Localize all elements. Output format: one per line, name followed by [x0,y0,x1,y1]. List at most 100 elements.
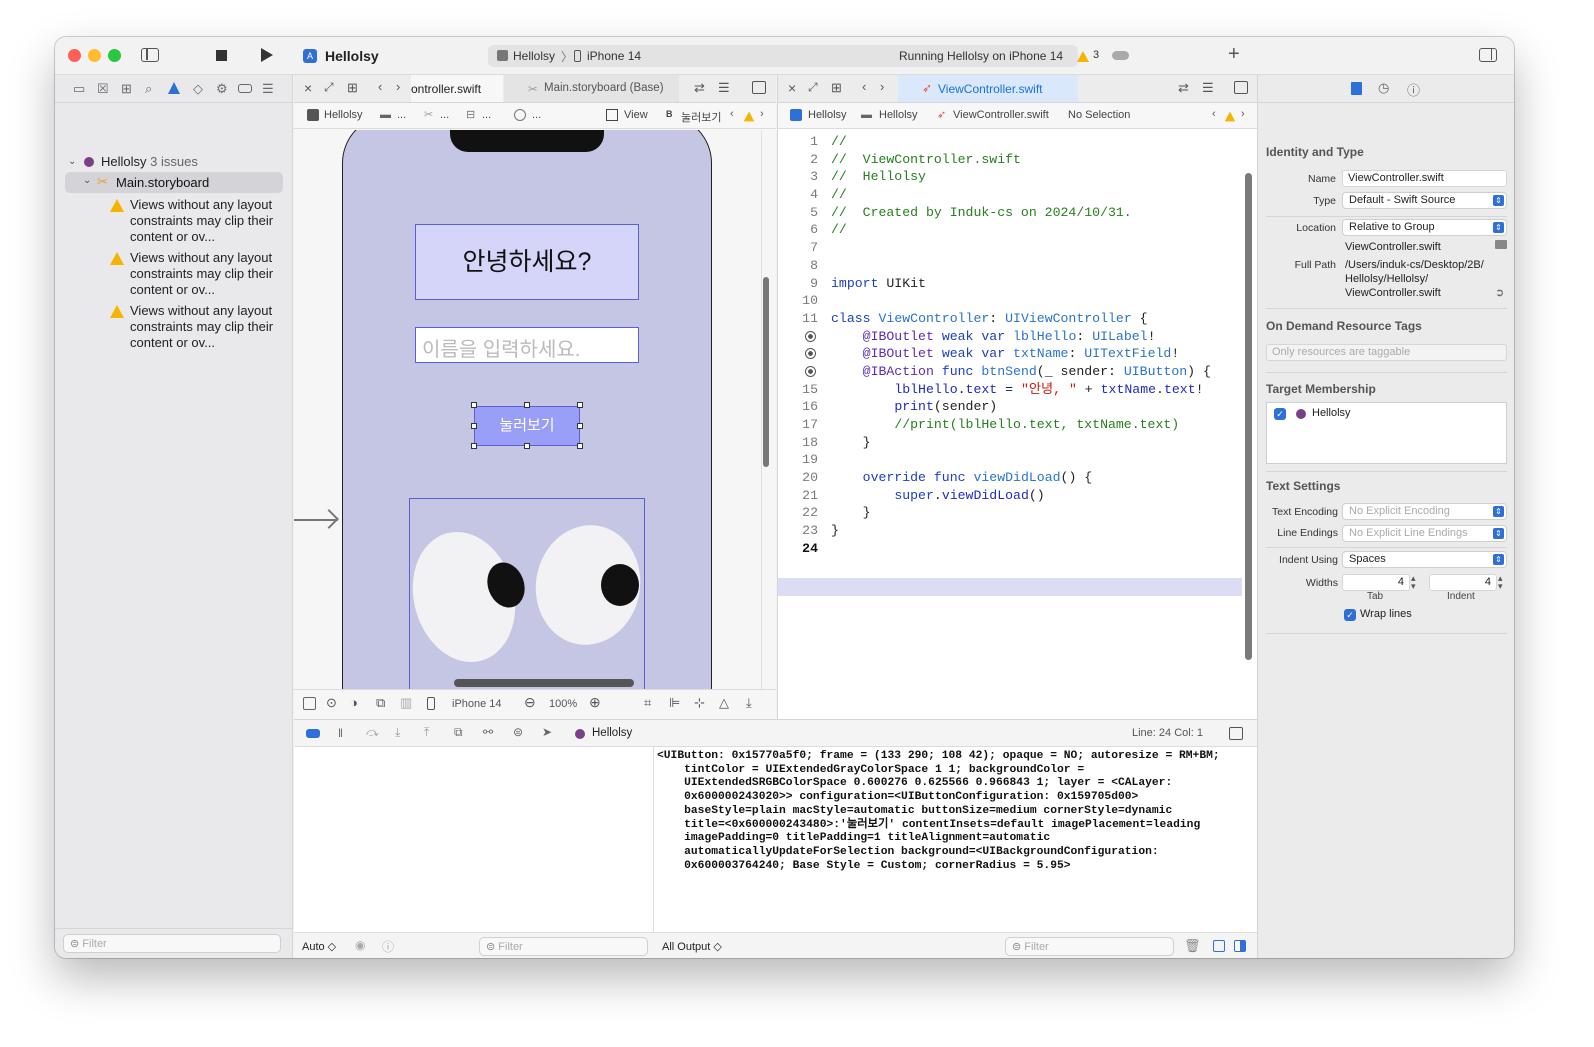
back-icon[interactable]: ‹ [730,108,734,120]
jump-item[interactable]: 눌러보기 [681,109,721,125]
adjust-icon[interactable]: ▥ [400,695,412,711]
odr-tags-field[interactable]: Only resources are taggable [1266,344,1507,361]
align-icon[interactable]: ⊫ [669,695,680,711]
breakpoint-icon[interactable] [238,84,252,93]
hide-debug-icon[interactable] [1229,727,1243,740]
tab-width-field[interactable]: 4 [1342,574,1410,591]
source-control-icon[interactable]: ☒ [97,82,109,96]
issue-item[interactable]: Views without any layout constraints may… [130,303,300,351]
tab-main-storyboard[interactable]: ✂ Main.storyboard (Base) [504,75,679,102]
resize-handle[interactable] [577,443,583,449]
appearance-icon[interactable]: ◑ [350,695,358,710]
code-line[interactable]: 19 [778,451,1242,469]
embed-icon[interactable]: ⤓ [746,695,752,711]
step-out-icon[interactable]: ⤒ [424,725,429,740]
jump-item[interactable]: Hellolsy [879,109,918,121]
console-output[interactable]: <UIButton: 0x15770a5f0; frame = (133 290… [657,750,1237,873]
jump-item[interactable]: ViewController.swift [953,109,1049,121]
canvas-vertical-scrollbar[interactable] [763,277,769,467]
warning-icon[interactable] [743,111,755,122]
grid-icon[interactable]: ⊞ [831,80,842,96]
type-popup[interactable]: Default - Swift Source ⇕ [1342,192,1507,209]
memory-graph-icon[interactable]: ⚯ [483,725,493,739]
accessibility-icon[interactable]: ⊙ [326,695,337,711]
chevron-down-icon[interactable]: ⌄ [68,156,76,167]
code-line[interactable]: 4 // [778,186,1242,204]
forward-icon[interactable]: › [1241,108,1245,120]
jump-item[interactable]: ... [440,109,449,121]
jump-item[interactable]: ... [397,109,406,121]
folder-icon[interactable]: ▭ [73,82,85,96]
inspector-toggle-icon[interactable] [1479,48,1497,62]
file-row-selected[interactable]: ⌄ ✂ Main.storyboard [65,172,283,193]
close-icon[interactable]: × [788,80,796,96]
update-frames-icon[interactable]: ⌗ [644,695,651,711]
variables-filter-field[interactable]: ⊜ Filter [479,937,648,956]
back-icon[interactable]: ‹ [862,79,866,94]
vertical-scrollbar[interactable] [1245,173,1252,660]
code-line[interactable]: 16 print(sender) [778,398,1242,416]
view-hierarchy-icon[interactable]: ⧉ [454,725,463,740]
breakpoints-toggle-icon[interactable] [306,729,320,738]
horizontal-scrollbar[interactable] [454,679,634,687]
forward-icon[interactable]: › [880,79,884,94]
jump-item[interactable]: No Selection [1068,109,1130,121]
trash-icon[interactable]: 🗑 [1184,938,1201,954]
folder-icon[interactable] [1495,240,1507,249]
chevron-down-icon[interactable]: ⌄ [83,175,91,186]
issue-item[interactable]: Views without any layout constraints may… [130,197,300,245]
code-line[interactable]: 8 [778,257,1242,275]
related-items-icon[interactable]: ⇄ [694,80,705,96]
warning-icon[interactable] [1077,50,1089,63]
location-icon[interactable]: ➤ [542,725,552,739]
editor-options-icon[interactable]: ☰ [1202,80,1214,96]
code-line[interactable]: 2 // ViewController.swift [778,151,1242,169]
console-view-toggle-icon[interactable] [1234,940,1246,952]
symbol-icon[interactable]: ⊞ [121,82,132,96]
file-inspector-icon[interactable] [1351,82,1362,95]
indent-stepper[interactable]: ▴ ▾ [1498,574,1503,591]
zoom-window-button[interactable] [108,49,121,62]
code-line[interactable]: 9 import UIKit [778,275,1242,293]
code-line[interactable]: 20 override func viewDidLoad() { [778,469,1242,487]
zoom-out-icon[interactable]: ⊖ [524,694,536,711]
resize-handle[interactable] [471,423,477,429]
outlet-connection-icon[interactable] [805,330,816,342]
console-filter-field[interactable]: ⊜ Filter [1005,937,1174,956]
code-line[interactable]: 23} [778,522,1242,540]
jump-item[interactable]: ... [532,109,541,121]
related-items-icon[interactable]: ⇄ [1178,80,1189,96]
variables-view-toggle-icon[interactable] [1213,940,1225,952]
resize-handle[interactable] [577,423,583,429]
code-line[interactable]: 5 // Created by Induk-cs on 2024/10/31. [778,204,1242,222]
resize-handle[interactable] [524,402,530,408]
send-button[interactable]: 눌러보기 [474,406,580,446]
code-area[interactable]: 1//2// ViewController.swift 3// Hellolsy 4… [778,133,1242,558]
storyboard-canvas[interactable]: 안녕하세요? 이름을 입력하세요. 눌러보기 [294,130,776,713]
reveal-arrow-icon[interactable]: ➲ [1495,286,1504,299]
device-selector[interactable]: iPhone 14 [587,49,641,63]
expand-icon[interactable]: ⤢ [324,80,334,95]
jump-item[interactable]: ... [482,109,491,121]
environment-icon[interactable]: ⊜ [513,725,523,739]
warning-icon[interactable] [1224,111,1236,122]
pin-icon[interactable]: ⊹ [694,695,705,711]
split-editor-icon[interactable] [752,81,766,94]
resize-handle[interactable] [471,443,477,449]
editor-options-icon[interactable]: ☰ [718,80,730,96]
name-field[interactable]: ViewController.swift [1342,170,1507,187]
console-output-select[interactable]: All Output ◇ [662,940,722,953]
code-line[interactable]: 14 @IBAction func btnSend(_ sender: UIBu… [778,363,1242,381]
tab-viewcontroller-swift[interactable]: ➶ ViewController.swift [898,75,1078,102]
split-editor-icon[interactable] [1234,81,1248,94]
code-line[interactable]: 24 [778,540,1242,558]
jump-item[interactable]: View [624,109,648,121]
project-row[interactable]: Hellolsy 3 issues [101,154,198,169]
issue-item[interactable]: Views without any layout constraints may… [130,250,300,298]
variables-scope-select[interactable]: Auto ◇ [302,940,336,953]
code-line[interactable]: 1 // [778,133,1242,151]
orientation-icon[interactable]: ⧉ [376,695,385,711]
code-line[interactable]: 22 } [778,504,1242,522]
warning-count[interactable]: 3 [1093,49,1099,61]
zoom-in-icon[interactable]: ⊕ [589,694,601,711]
